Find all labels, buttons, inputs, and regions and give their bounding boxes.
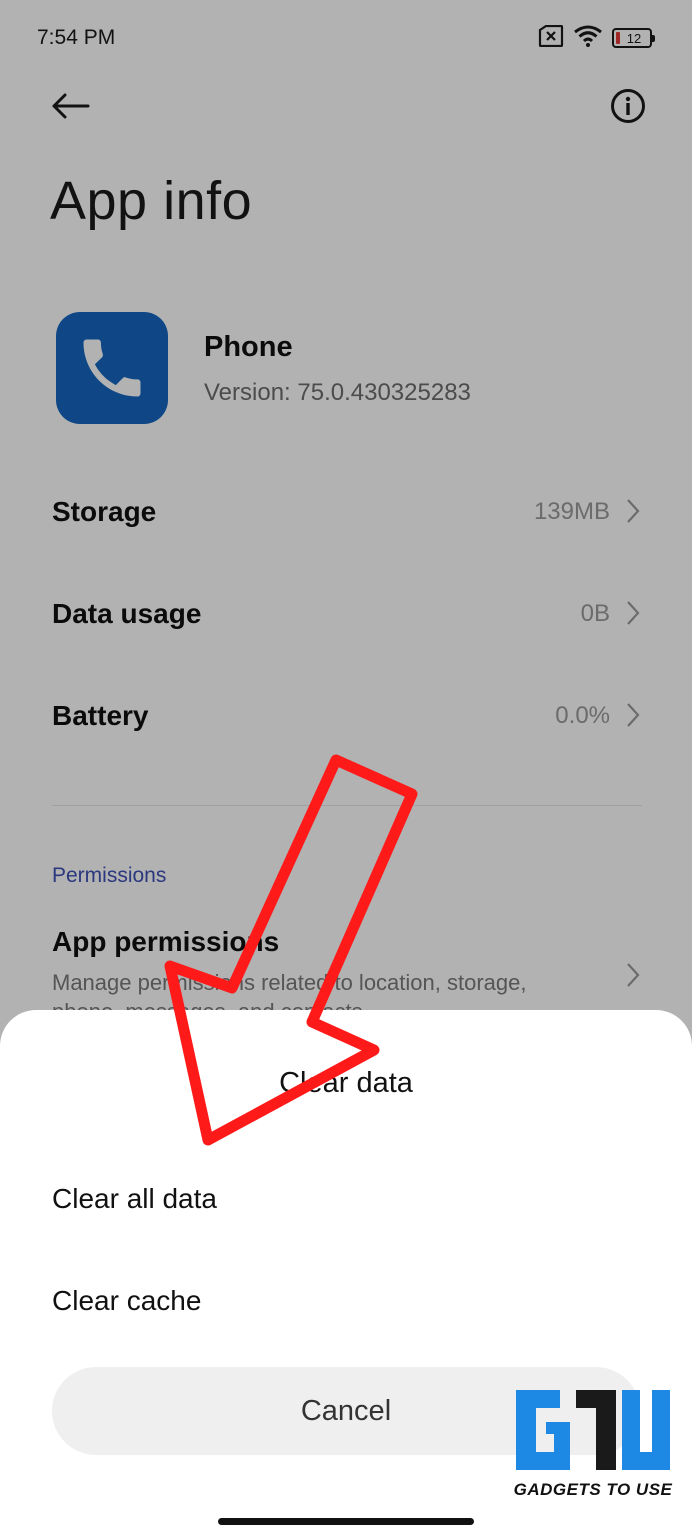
clear-all-data-option[interactable]: Clear all data: [0, 1157, 692, 1247]
option-label: Clear cache: [52, 1285, 202, 1316]
gadgets-to-use-logo: [516, 1390, 670, 1470]
dialog-title: Clear data: [279, 1067, 413, 1099]
clear-cache-option[interactable]: Clear cache: [0, 1259, 692, 1349]
option-label: Clear all data: [52, 1183, 217, 1214]
watermark-logo: GADGETS TO USE: [508, 1384, 678, 1502]
home-indicator: [218, 1518, 474, 1525]
watermark-text: GADGETS TO USE: [513, 1480, 673, 1499]
